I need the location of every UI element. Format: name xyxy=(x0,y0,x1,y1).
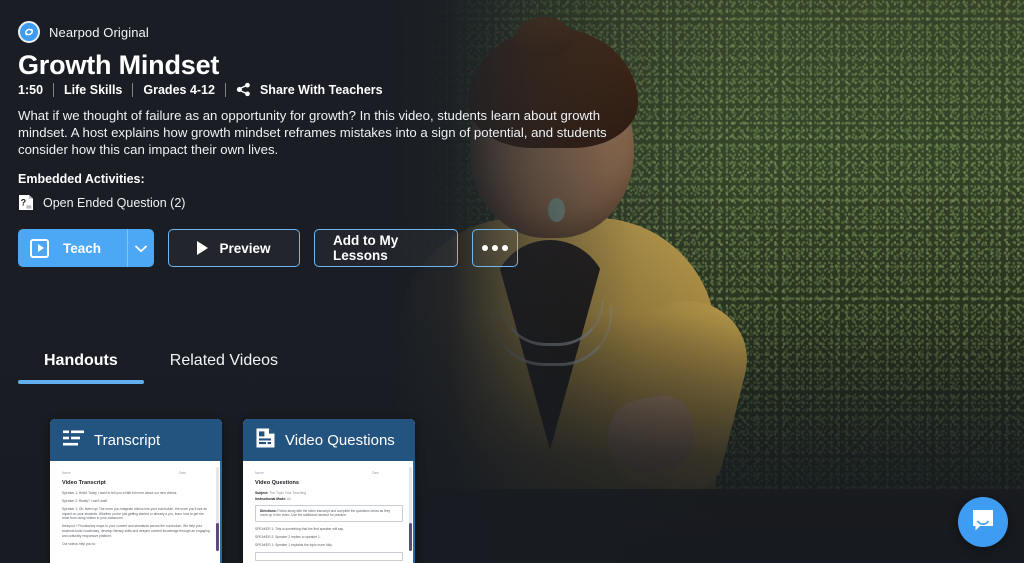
question-document-icon: ? xyxy=(18,194,34,211)
document-line: SPEAKER 1: This is something that the fi… xyxy=(255,526,344,531)
questions-document-icon xyxy=(256,428,275,453)
handout-card-preview: Name Date Video Questions Subject: The T… xyxy=(243,461,415,563)
transcript-lines-icon xyxy=(63,429,84,452)
lesson-duration: 1:50 xyxy=(18,82,44,97)
chevron-down-icon xyxy=(135,241,147,256)
document-line: Speaker 2: Really? I can't wait! xyxy=(62,499,108,504)
lesson-action-buttons: Teach Preview Add to My Lessons xyxy=(18,229,518,267)
lesson-grades: Grades 4-12 xyxy=(143,82,215,97)
svg-text:?: ? xyxy=(21,198,27,208)
document-mode-value: All xyxy=(287,497,291,501)
share-icon xyxy=(236,82,251,97)
document-line: Speaker 1: Ok, listen up! The more you i… xyxy=(62,507,208,521)
document-subject-label: Subject: xyxy=(255,491,269,495)
share-with-teachers-button[interactable]: Share With Teachers xyxy=(236,82,383,97)
teach-button[interactable]: Teach xyxy=(18,229,154,267)
document-mode-row: Instructional Mode: All xyxy=(255,497,403,501)
document-subject-row: Subject: The Topic Your Teaching xyxy=(255,491,403,495)
tab-related-videos-label: Related Videos xyxy=(169,352,279,369)
document-field-row: Name Date xyxy=(255,471,403,475)
chat-launcher-button[interactable] xyxy=(958,497,1008,547)
preview-button[interactable]: Preview xyxy=(168,229,300,267)
handout-card-transcript[interactable]: Transcript Name Date Video Transcript Sp… xyxy=(50,419,222,563)
document-heading: Video Transcript xyxy=(62,480,106,486)
teach-label: Teach xyxy=(63,240,102,256)
meta-divider xyxy=(224,82,226,97)
tab-handouts-label: Handouts xyxy=(44,352,118,369)
document-directions-label: Directions: xyxy=(260,509,277,513)
add-to-my-lessons-label: Add to My Lessons xyxy=(333,233,399,263)
share-label: Share With Teachers xyxy=(259,82,383,97)
play-icon xyxy=(197,241,209,255)
document-line: Our videos help you to: xyxy=(62,541,96,546)
document-field-row: Name Date xyxy=(62,471,210,475)
document-name-label: Name xyxy=(62,471,71,475)
document-line: SPEAKER 2: Speaker 2 replies to speaker … xyxy=(255,534,321,539)
document-line: Nearpod + Flocabulary maps to your conte… xyxy=(62,524,210,538)
handout-card-header: Transcript xyxy=(50,419,222,461)
brand-row: Nearpod Original xyxy=(18,21,149,43)
lesson-description: What if we thought of failure as an oppo… xyxy=(18,108,607,157)
play-box-icon xyxy=(30,238,49,258)
preview-scrollbar[interactable] xyxy=(409,467,412,552)
document-line: SPEAKER 1: Speaker 1 explains the topic … xyxy=(255,543,333,547)
lesson-detail-page: Nearpod Original Growth Mindset 1:50 Lif… xyxy=(0,0,1024,563)
document-heading: Video Questions xyxy=(255,480,300,486)
tab-handouts[interactable]: Handouts xyxy=(18,352,144,384)
handout-card-list: Transcript Name Date Video Transcript Sp… xyxy=(50,419,415,563)
document-directions-value: Follow along with the video transcript a… xyxy=(260,509,391,518)
page-title: Growth Mindset xyxy=(18,50,220,80)
preview-label: Preview xyxy=(219,240,271,256)
document-name-label: Name xyxy=(255,471,264,475)
page-content: Nearpod Original Growth Mindset 1:50 Lif… xyxy=(0,0,1024,563)
add-to-my-lessons-button[interactable]: Add to My Lessons xyxy=(314,229,458,267)
lesson-meta-row: 1:50 Life Skills Grades 4-12 Share With … xyxy=(18,82,383,97)
embedded-activity-item: ? Open Ended Question (2) xyxy=(18,194,185,211)
card-right-edge xyxy=(220,461,222,563)
handout-card-title: Video Questions xyxy=(285,431,395,449)
embedded-activities-heading: Embedded Activities: xyxy=(18,172,145,186)
more-options-button[interactable] xyxy=(472,229,518,267)
document-date-label: Date xyxy=(372,471,379,475)
document-line: Speaker 1: Hello! Today I want to tell y… xyxy=(62,491,178,495)
embedded-activity-label: Open Ended Question (2) xyxy=(43,195,186,210)
meta-divider xyxy=(132,82,134,97)
document-date-label: Date xyxy=(179,471,186,475)
document-mode-label: Instructional Mode: xyxy=(255,497,287,501)
preview-scrollbar[interactable] xyxy=(216,467,219,552)
teach-button-main[interactable]: Teach xyxy=(18,229,127,267)
brand-label: Nearpod Original xyxy=(49,24,149,40)
document-subject-value: The Topic Your Teaching xyxy=(269,491,307,495)
more-options-icon xyxy=(482,245,508,251)
handout-card-video-questions[interactable]: Video Questions Name Date Video Question… xyxy=(243,419,415,563)
teach-dropdown-toggle[interactable] xyxy=(127,229,154,267)
meta-divider xyxy=(53,82,55,97)
handout-card-preview: Name Date Video Transcript Speaker 1: He… xyxy=(50,461,222,563)
lesson-subject: Life Skills xyxy=(64,82,123,97)
nearpod-logo-icon xyxy=(18,21,40,43)
content-tabs: Handouts Related Videos xyxy=(18,352,304,384)
card-right-edge xyxy=(413,461,415,563)
handout-card-header: Video Questions xyxy=(243,419,415,461)
chat-bubble-icon xyxy=(970,507,996,538)
document-directions-box: Directions: Follow along with the video … xyxy=(255,505,403,522)
tab-related-videos[interactable]: Related Videos xyxy=(144,352,304,384)
handout-card-title: Transcript xyxy=(94,431,161,449)
document-answer-blank xyxy=(255,551,403,561)
